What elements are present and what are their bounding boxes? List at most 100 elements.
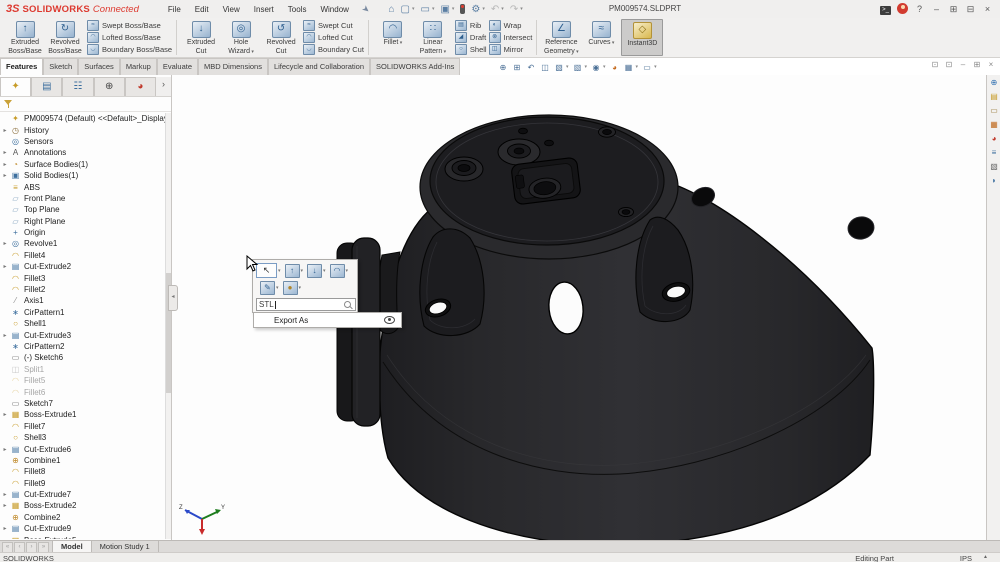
select-tool-button[interactable]: ↖ — [256, 263, 277, 278]
expand-arrow-icon[interactable]: ▸ — [0, 525, 10, 532]
minimize-button[interactable]: – — [928, 4, 945, 14]
tree-item-combine2[interactable]: ⊕Combine2 — [0, 512, 166, 523]
filter-funnel-icon[interactable] — [4, 101, 12, 107]
shortcut-fillet-button[interactable]: ◠ — [330, 264, 345, 278]
tab-surfaces[interactable]: Surfaces — [78, 58, 120, 75]
pin-menu-icon[interactable]: ➤ — [355, 0, 377, 19]
display-style-icon[interactable]: ▧ — [572, 62, 584, 73]
maximize-button[interactable]: ⊞ — [945, 4, 962, 15]
tree-item-cut-extrude9[interactable]: ▸▤Cut-Extrude9 — [0, 523, 166, 534]
close-button[interactable]: × — [979, 4, 996, 14]
tile-button[interactable]: ⊡ — [928, 60, 942, 69]
dropdown-caret-icon[interactable]: ▾ — [250, 49, 254, 55]
account-avatar-button[interactable] — [894, 3, 911, 16]
ribbon-button-hole-wizard[interactable]: ◎HoleWizard ▾ — [221, 19, 261, 56]
panel-tab-propertymanager[interactable]: ▤ — [31, 77, 62, 96]
ribbon-button-rib[interactable]: ▤Rib — [455, 20, 487, 32]
ribbon-button-wrap[interactable]: ◐Wrap — [489, 20, 533, 32]
panel-tab-featuremanager-design-tree[interactable]: ✦ — [0, 77, 31, 96]
taskpane-view-palette-tab[interactable]: ▦ — [988, 119, 1000, 131]
dropdown-caret-icon[interactable]: ▾ — [412, 6, 415, 12]
tree-item-surface-bodies-1-[interactable]: ▸◔Surface Bodies(1) — [0, 159, 166, 170]
ribbon-button-boundary-boss-base[interactable]: ◡Boundary Boss/Base — [87, 44, 172, 56]
tree-item-abs[interactable]: ≡ABS — [0, 181, 166, 192]
dropdown-caret-icon[interactable]: ▾ — [611, 40, 615, 46]
tree-item-cirpattern2[interactable]: ∗CirPattern2 — [0, 341, 166, 352]
tree-item-cut-extrude3[interactable]: ▸▤Cut-Extrude3 — [0, 329, 166, 340]
tree-root-item[interactable]: ✦PM009574 (Default) <<Default>_Display S… — [0, 113, 166, 124]
dropdown-caret-icon[interactable]: ▾ — [299, 285, 302, 291]
qat-lifecycle-status-button[interactable] — [460, 4, 465, 14]
dropdown-caret-icon[interactable]: ▾ — [278, 268, 281, 274]
zoom-to-fit-icon[interactable]: ⊕ — [497, 62, 509, 73]
tab-markup[interactable]: Markup — [120, 58, 157, 75]
tab-lifecycle-and-collaboration[interactable]: Lifecycle and Collaboration — [268, 58, 370, 75]
taskpane-user-forum-tab[interactable]: ◗ — [988, 175, 1000, 187]
tree-item-boss-extrude2[interactable]: ▸▦Boss-Extrude2 — [0, 500, 166, 511]
tree-item-fillet5[interactable]: ◠Fillet5 — [0, 375, 166, 386]
section-view-icon[interactable]: ◫ — [539, 62, 551, 73]
dropdown-caret-icon[interactable]: ▾ — [501, 6, 504, 12]
ribbon-button-reference-geometry[interactable]: ∠ReferenceGeometry ▾ — [541, 19, 581, 56]
dropdown-caret-icon[interactable]: ▾ — [432, 6, 435, 12]
panel-tab-dimxpertmanager[interactable]: ⊕ — [94, 77, 125, 96]
dropdown-caret-icon[interactable]: ▾ — [482, 6, 485, 12]
tree-item-fillet3[interactable]: ◠Fillet3 — [0, 272, 166, 283]
qat-open-document-button[interactable]: ▭▾ — [420, 4, 434, 15]
tree-item-cirpattern1[interactable]: ∗CirPattern1 — [0, 307, 166, 318]
expand-arrow-icon[interactable]: ▸ — [0, 491, 10, 498]
hide-show-items-icon[interactable]: ◉ — [590, 62, 602, 73]
ribbon-button-lofted-boss-base[interactable]: ◠Lofted Boss/Base — [87, 32, 172, 44]
status-units[interactable]: IPS — [960, 554, 972, 562]
ribbon-button-revolved-boss-base[interactable]: ↻RevolvedBoss/Base — [45, 19, 85, 56]
tree-item-fillet7[interactable]: ◠Fillet7 — [0, 421, 166, 432]
dropdown-caret-icon[interactable]: ▾ — [323, 268, 326, 274]
view-orientation-icon[interactable]: ▧ — [553, 62, 565, 73]
tree-item-revolve1[interactable]: ▸◎Revolve1 — [0, 238, 166, 249]
shortcut-appearance-button[interactable]: ● — [283, 281, 298, 295]
ribbon-button-extruded-boss-base[interactable]: ↑ExtrudedBoss/Base — [5, 19, 45, 56]
qat-options-button[interactable]: ⚙▾ — [471, 4, 484, 15]
previous-view-icon[interactable]: ↶ — [525, 62, 537, 73]
tree-scrollbar[interactable] — [165, 113, 171, 539]
graphics-viewport[interactable]: Z Y ↖▾↑▾↓▾◠▾ ✎▾●▾ STL Export As — [172, 75, 986, 540]
taskpane-custom-properties-tab[interactable]: ≡ — [988, 147, 1000, 159]
dropdown-caret-icon[interactable]: ▾ — [301, 268, 304, 274]
dropdown-caret-icon[interactable]: ▾ — [398, 40, 402, 46]
tree-item--sketch6[interactable]: ▭(-) Sketch6 — [0, 352, 166, 363]
restore-doc-button[interactable]: ⊞ — [970, 60, 984, 69]
menu-insert[interactable]: Insert — [247, 3, 281, 16]
tree-item-sketch7[interactable]: ▭Sketch7 — [0, 398, 166, 409]
tree-item-origin[interactable]: +Origin — [0, 227, 166, 238]
tree-item-fillet2[interactable]: ◠Fillet2 — [0, 284, 166, 295]
expand-arrow-icon[interactable]: ▸ — [0, 161, 10, 168]
ribbon-button-fillet[interactable]: ◠Fillet ▾ — [373, 19, 413, 56]
ribbon-button-draft[interactable]: ◢Draft — [455, 32, 487, 44]
expand-arrow-icon[interactable]: ▸ — [0, 502, 10, 509]
dropdown-caret-icon[interactable]: ▾ — [654, 64, 657, 70]
tree-item-history[interactable]: ▸◷History — [0, 124, 166, 135]
tree-item-shell3[interactable]: ○Shell3 — [0, 432, 166, 443]
dropdown-caret-icon[interactable]: ▾ — [575, 49, 579, 55]
tree-item-split1[interactable]: ◫Split1 — [0, 364, 166, 375]
nav-next-button[interactable]: › — [26, 542, 37, 553]
dropdown-caret-icon[interactable]: ▾ — [603, 64, 606, 70]
restore-button[interactable]: ⊟ — [962, 4, 979, 15]
shortcut-extruded-boss-base-button[interactable]: ↑ — [285, 264, 300, 278]
expand-arrow-icon[interactable]: ▸ — [0, 127, 10, 134]
qat-home-button[interactable]: ⌂ — [388, 4, 394, 15]
taskpane-appearances-tab[interactable]: ◕ — [988, 133, 1000, 145]
ribbon-button-linear-pattern[interactable]: ∷LinearPattern ▾ — [413, 19, 453, 56]
tab-mbd-dimensions[interactable]: MBD Dimensions — [198, 58, 268, 75]
cascade-button[interactable]: ⊡ — [942, 60, 956, 69]
menu-tools[interactable]: Tools — [281, 3, 314, 16]
help-button[interactable]: ? — [911, 4, 928, 14]
dropdown-caret-icon[interactable]: ▾ — [452, 6, 455, 12]
panel-tab-configurationmanager[interactable]: ☷ — [62, 77, 93, 96]
taskpane-3dexperience-tab[interactable]: ⊕ — [988, 77, 1000, 89]
tree-item-fillet6[interactable]: ◠Fillet6 — [0, 386, 166, 397]
dropdown-caret-icon[interactable]: ▾ — [566, 64, 569, 70]
dropdown-caret-icon[interactable]: ▾ — [520, 6, 523, 12]
panel-collapse-handle[interactable]: ◂ — [168, 285, 178, 311]
menu-edit[interactable]: Edit — [188, 3, 216, 16]
